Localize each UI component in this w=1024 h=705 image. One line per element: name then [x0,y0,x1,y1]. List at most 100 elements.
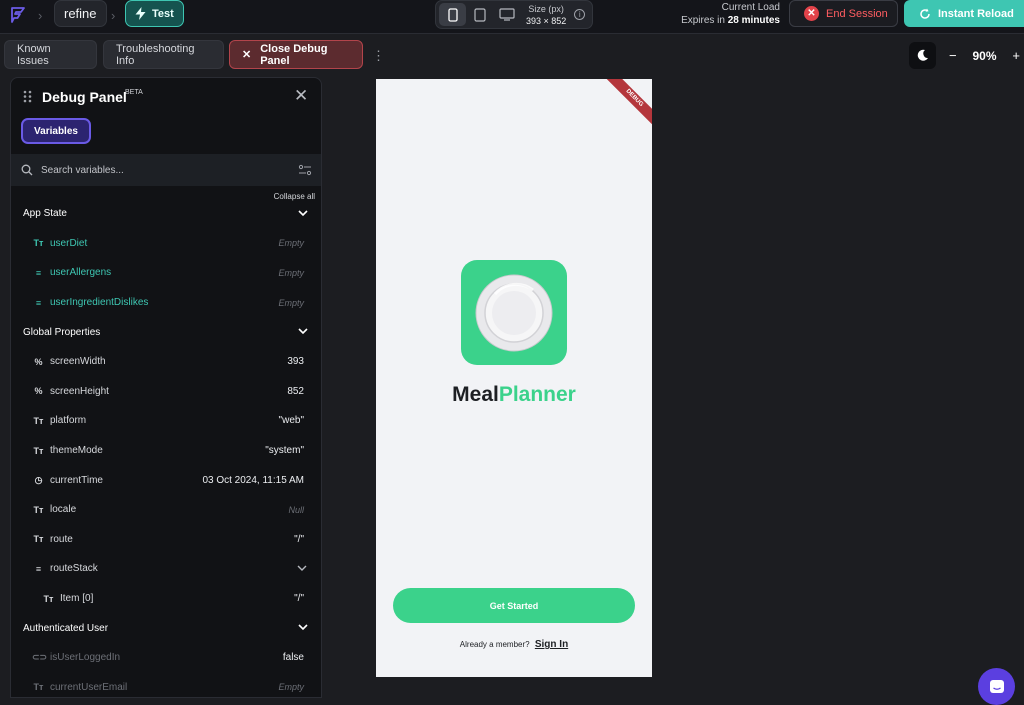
variable-type-icon: Tт [33,445,44,456]
variable-value: 03 Oct 2024, 11:15 AM [202,474,304,486]
variable-name: userIngredientDislikes [50,297,149,309]
branch-label: Test [152,7,174,20]
variables-list: App State Tт userDiet Empty ≡ userAllergens Em… [11,199,321,698]
variable-value: false [282,652,304,664]
troubleshooting-info-button[interactable]: Troubleshooting Info [103,40,224,69]
desktop-device-button[interactable] [493,3,520,26]
sign-in-link[interactable]: Sign In [535,639,568,650]
variable-name: routeStack [50,563,98,575]
variable-name: userAllergens [50,267,112,279]
variable-name: route [50,533,73,545]
variable-row[interactable]: % screenHeight 852 [11,377,321,407]
variable-row[interactable]: Tт route "/" [11,525,321,555]
variable-name: isUserLoggedIn [50,652,121,664]
variable-type-icon: Tт [33,682,44,693]
end-session-label: End Session [826,7,888,20]
variable-row[interactable]: ≡ userIngredientDislikes Empty [11,288,321,318]
chat-support-button[interactable] [978,668,1015,705]
desktop-icon [498,8,515,21]
flutterflow-logo-icon[interactable] [8,5,28,25]
debug-panel-header: Debug Panel BETA ✕ [11,78,321,116]
variable-type-icon: Tт [33,534,44,545]
info-icon[interactable]: i [574,9,586,20]
debug-ribbon: DEBUG [601,79,652,131]
current-load-label: Current Load [721,2,780,13]
tab-variables[interactable]: Variables [21,118,91,144]
variable-value: "web" [278,415,304,427]
variable-name: screenWidth [50,356,106,368]
variable-row[interactable]: Tт Item [0] "/" [11,584,321,614]
drag-handle-icon[interactable] [23,90,32,103]
section-label: App State [23,208,67,220]
variable-value: "system" [265,445,304,457]
variable-value: "/" [294,593,304,605]
phone-device-button[interactable] [439,3,466,26]
zoom-control: − 90% + [943,42,1024,69]
variable-type-icon: % [34,386,43,397]
chat-icon [989,679,1004,693]
search-input[interactable] [41,164,271,176]
section-header[interactable]: Authenticated User [11,613,321,643]
filter-icon[interactable] [298,163,312,177]
tablet-icon [473,7,486,22]
end-session-button[interactable]: ✕ End Session [789,0,898,27]
zoom-out-button[interactable]: − [949,48,957,63]
variable-type-icon: ≡ [35,267,42,278]
size-readout: Size (px) 393 × 852 [526,3,566,27]
variable-value: Empty [278,682,304,693]
instant-reload-button[interactable]: Instant Reload [904,0,1024,27]
variable-value: Null [288,504,304,515]
variable-search-bar [11,154,321,186]
sign-in-prompt: Already a member? Sign In [376,639,652,650]
close-panel-icon[interactable]: ✕ [294,87,308,104]
device-preview: DEBUG MealPlanner Get Started Already a … [376,79,652,677]
section-header[interactable]: Global Properties [11,317,321,347]
beta-badge: BETA [125,89,143,96]
variable-row[interactable]: Tт userDiet Empty [11,229,321,259]
variable-value: Empty [278,238,304,249]
variable-row[interactable]: Tт themeMode "system" [11,436,321,466]
get-started-button[interactable]: Get Started [393,588,635,623]
variable-type-icon: ≡ [35,563,42,574]
known-issues-button[interactable]: Known Issues [4,40,97,69]
variable-row[interactable]: ◷ currentTime 03 Oct 2024, 11:15 AM [11,465,321,495]
variable-row[interactable]: Tт currentUserEmail Empty [11,673,321,698]
chevron-down-icon[interactable] [296,562,308,574]
variable-row[interactable]: Tт locale Null [11,495,321,525]
toolbar: Known Issues Troubleshooting Info ✕ Clos… [0,34,1024,76]
brand-second-word: Planner [498,383,576,406]
moon-icon [917,49,928,61]
branch-test-pill[interactable]: Test [125,0,184,27]
more-options-icon[interactable]: ⋮ [372,48,385,64]
tablet-device-button[interactable] [466,3,493,26]
chevron-right-icon: › [111,8,116,23]
chevron-down-icon [298,210,308,217]
variable-value: 852 [287,385,304,397]
variable-row[interactable]: ≡ routeStack [11,554,321,584]
variable-row[interactable]: ⊂⊃ isUserLoggedIn false [11,643,321,673]
chevron-down-icon [298,624,308,631]
brand-first-word: Meal [452,383,499,406]
variable-name: platform [50,415,87,427]
project-name-pill[interactable]: refine [54,0,107,27]
debug-panel-title: Debug Panel [42,89,127,105]
session-load-info: Current Load Expires in 28 minutes [681,1,780,27]
variable-row[interactable]: Tт platform "web" [11,406,321,436]
size-label: Size (px) [528,3,564,14]
theme-toggle-button[interactable] [909,42,936,69]
variable-row[interactable]: % screenWidth 393 [11,347,321,377]
close-debug-panel-button[interactable]: ✕ Close Debug Panel [229,40,363,69]
variable-type-icon: ◷ [34,474,43,485]
app-brand-name: MealPlanner [376,383,652,407]
variable-type-icon: Tт [33,415,44,426]
section-header[interactable]: App State [11,199,321,229]
phone-icon [447,7,458,22]
variable-value: Empty [278,267,304,278]
variable-name: currentTime [50,474,103,486]
variable-row[interactable]: ≡ userAllergens Empty [11,258,321,288]
section-label: Global Properties [23,326,101,338]
close-circle-icon: ✕ [804,6,819,21]
refresh-icon [920,8,930,19]
troubleshooting-label: Troubleshooting Info [116,42,195,67]
zoom-in-button[interactable]: + [1012,48,1020,63]
